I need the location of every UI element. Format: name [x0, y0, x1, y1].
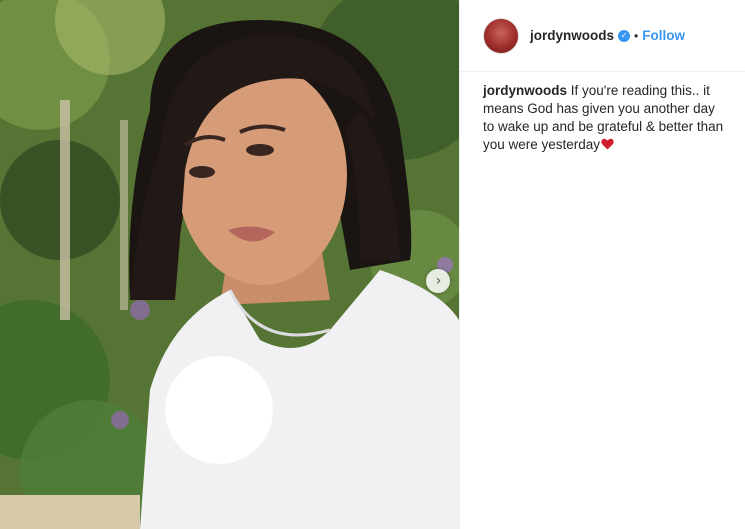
post-caption: jordynwoods If you're reading this.. it …: [460, 72, 745, 154]
next-photo-button[interactable]: ›: [426, 269, 450, 293]
avatar[interactable]: [483, 17, 519, 54]
post-photo[interactable]: ›: [0, 0, 459, 529]
caption-username-link[interactable]: jordynwoods: [483, 83, 567, 98]
username-link[interactable]: jordynwoods: [530, 28, 614, 43]
chevron-right-icon: ›: [435, 273, 442, 289]
post-header: jordynwoods ✓ • Follow: [460, 0, 745, 72]
instagram-post: › jordynwoods ✓ • Follow jordynwoods If …: [0, 0, 745, 529]
red-heart-icon: [601, 138, 614, 150]
separator-dot: •: [634, 28, 639, 43]
follow-button[interactable]: Follow: [642, 28, 685, 43]
verified-badge-icon: ✓: [618, 29, 630, 42]
post-side-panel: jordynwoods ✓ • Follow jordynwoods If yo…: [459, 0, 745, 529]
photo-illustration: [0, 0, 459, 529]
